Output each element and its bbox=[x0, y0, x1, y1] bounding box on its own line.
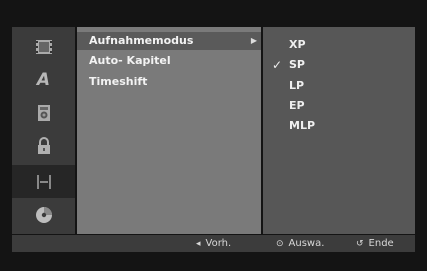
hint-end[interactable]: ↺ Ende bbox=[356, 235, 394, 253]
hint-select-label: Auswa. bbox=[288, 238, 325, 249]
rail-item-audio[interactable] bbox=[12, 96, 75, 129]
option-label: MLP bbox=[289, 119, 316, 132]
option-xp[interactable]: XP bbox=[263, 35, 413, 55]
option-mlp[interactable]: MLP bbox=[263, 116, 413, 136]
hint-back[interactable]: ◂ Vorh. bbox=[196, 235, 231, 253]
rail-item-film[interactable] bbox=[12, 30, 75, 63]
setup-menu-screen: A Aufnahmemodus ▶ Auto- Kapitel Timeshif… bbox=[0, 0, 427, 271]
option-label: LP bbox=[289, 79, 305, 92]
rail-item-lock[interactable] bbox=[12, 129, 75, 162]
settings-list: Aufnahmemodus ▶ Auto- Kapitel Timeshift bbox=[77, 27, 261, 234]
button-hint-bar: ◂ Vorh. ⊙ Auswa. ↺ Ende bbox=[12, 235, 415, 252]
lock-icon bbox=[37, 136, 50, 154]
option-lp[interactable]: LP bbox=[263, 76, 413, 96]
rail-item-disc[interactable] bbox=[12, 198, 75, 231]
category-rail: A bbox=[12, 27, 75, 234]
enter-button-icon: ⊙ bbox=[276, 239, 284, 249]
option-label: XP bbox=[289, 38, 306, 51]
checkmark-icon: ✓ bbox=[271, 58, 283, 72]
hint-end-label: Ende bbox=[368, 238, 394, 249]
option-sp[interactable]: ✓ SP bbox=[263, 55, 413, 75]
option-label: EP bbox=[289, 99, 305, 112]
film-icon bbox=[35, 39, 52, 54]
setting-label: Timeshift bbox=[89, 75, 148, 88]
setting-label: Auto- Kapitel bbox=[89, 54, 171, 67]
option-label: SP bbox=[289, 58, 305, 71]
setting-aufnahmemodus[interactable]: Aufnahmemodus ▶ bbox=[77, 32, 261, 50]
language-icon: A bbox=[36, 69, 51, 90]
setting-timeshift[interactable]: Timeshift bbox=[77, 73, 261, 91]
audio-speaker-icon bbox=[37, 104, 50, 121]
left-arrow-icon: ◂ bbox=[196, 239, 201, 249]
return-icon: ↺ bbox=[356, 239, 364, 249]
submenu-arrow-icon: ▶ bbox=[250, 36, 257, 45]
hint-back-label: Vorh. bbox=[205, 238, 232, 249]
rail-item-language[interactable]: A bbox=[12, 63, 75, 96]
record-settings-icon bbox=[36, 174, 51, 189]
disc-icon bbox=[35, 206, 52, 223]
hint-select[interactable]: ⊙ Auswa. bbox=[276, 235, 324, 253]
setting-auto-kapitel[interactable]: Auto- Kapitel bbox=[77, 52, 261, 70]
setting-label: Aufnahmemodus bbox=[89, 34, 194, 47]
options-list: XP ✓ SP LP EP MLP bbox=[263, 27, 415, 234]
option-ep[interactable]: EP bbox=[263, 96, 413, 116]
rail-item-record[interactable] bbox=[12, 165, 75, 198]
